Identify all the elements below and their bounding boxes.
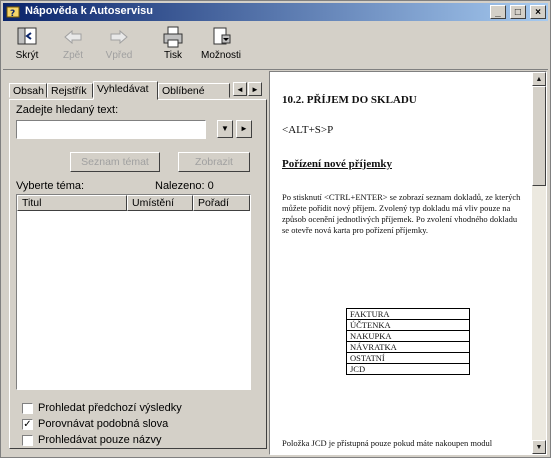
topic-hotkey: <ALT+S>P xyxy=(282,124,334,136)
search-panel: Zadejte hledaný text: ▼ ► Seznam témat Z… xyxy=(9,99,267,449)
nav-tabs: Obsah Rejstřík Vyhledávat Oblíbené ◄ ► xyxy=(9,81,267,100)
document-type-cell: NÁVRATKA xyxy=(346,341,470,353)
column-rank[interactable]: Pořadí xyxy=(193,195,250,211)
help-app-icon: ? xyxy=(6,6,20,19)
select-topic-label: Vyberte téma: xyxy=(16,180,85,192)
insert-operator-button[interactable]: ► xyxy=(236,120,252,138)
topic-footer-text: Položka JCD je přístupná pouze pokud mát… xyxy=(282,438,493,448)
back-label: Zpět xyxy=(62,50,83,61)
print-label: Tisk xyxy=(164,50,182,61)
document-type-cell: NAKUPKA xyxy=(346,330,470,342)
forward-label: Vpřed xyxy=(105,50,133,61)
back-arrow-icon xyxy=(64,29,82,45)
hide-icon xyxy=(17,27,37,45)
scroll-up-button[interactable]: ▲ xyxy=(532,72,546,86)
minimize-button[interactable]: _ xyxy=(489,5,506,19)
search-keyword-input[interactable] xyxy=(16,120,206,139)
help-window: ? Nápověda k Autoservisu _ □ × Skrýt Zpě… xyxy=(0,0,551,458)
forward-button[interactable]: Vpřed xyxy=(99,25,139,61)
tab-contents[interactable]: Obsah xyxy=(9,83,47,98)
svg-text:?: ? xyxy=(10,9,15,19)
display-button[interactable]: Zobrazit xyxy=(178,152,250,172)
hide-label: Skrýt xyxy=(15,50,39,61)
list-topics-button[interactable]: Seznam témat xyxy=(70,152,160,172)
tab-search[interactable]: Vyhledávat xyxy=(93,81,158,100)
checkbox-search-previous[interactable]: Prohledat předchozí výsledky xyxy=(22,402,182,414)
keyword-label: Zadejte hledaný text: xyxy=(16,104,119,116)
print-button[interactable]: Tisk xyxy=(153,25,193,61)
checkbox-similar-words[interactable]: ✓ Porovnávat podobná slova xyxy=(22,418,168,430)
maximize-button[interactable]: □ xyxy=(509,5,526,19)
checkbox-titles-only-box[interactable] xyxy=(22,434,33,446)
column-title[interactable]: Titul xyxy=(17,195,127,211)
options-button[interactable]: Možnosti xyxy=(197,25,245,61)
tab-scroll-right-button[interactable]: ► xyxy=(248,82,262,96)
hide-button[interactable]: Skrýt xyxy=(7,25,47,61)
navigation-pane: Obsah Rejstřík Vyhledávat Oblíbené ◄ ► Z… xyxy=(3,71,268,455)
document-type-cell: ÚČTENKA xyxy=(346,319,470,331)
scroll-thumb[interactable] xyxy=(532,86,546,186)
topic-heading: 10.2. PŘÍJEM DO SKLADU xyxy=(282,94,417,106)
printer-icon xyxy=(163,26,183,48)
options-label: Možnosti xyxy=(200,50,241,61)
checkbox-titles-only[interactable]: Prohledávat pouze názvy xyxy=(22,434,162,446)
checkbox-titles-only-label: Prohledávat pouze názvy xyxy=(38,434,162,447)
topic-subheading: Pořízení nové příjemky xyxy=(282,158,392,170)
options-icon xyxy=(213,27,231,45)
checkbox-search-previous-box[interactable] xyxy=(22,402,33,414)
column-location[interactable]: Umístění xyxy=(127,195,193,211)
document-type-cell: OSTATNÍ xyxy=(346,352,470,364)
close-button[interactable]: × xyxy=(530,5,546,19)
topic-paragraph: Po stisknutí <CTRL+ENTER> se zobrazí sez… xyxy=(282,192,521,235)
document-type-cell: JCD xyxy=(346,363,470,375)
scroll-down-button[interactable]: ▼ xyxy=(532,440,546,454)
toolbar: Skrýt Zpět Vpřed Tisk Možnosti xyxy=(3,23,548,70)
topic-content-pane: 10.2. PŘÍJEM DO SKLADU <ALT+S>P Pořízení… xyxy=(269,71,547,455)
checkbox-similar-words-label: Porovnávat podobná slova xyxy=(38,418,169,431)
found-count: Nalezeno: 0 xyxy=(155,180,214,192)
checkbox-similar-words-box[interactable]: ✓ xyxy=(22,418,33,430)
document-types-table: FAKTURA ÚČTENKA NAKUPKA NÁVRATKA OSTATNÍ… xyxy=(346,308,470,375)
tab-index[interactable]: Rejstřík xyxy=(47,83,93,98)
document-type-cell: FAKTURA xyxy=(346,308,470,320)
keyword-dropdown-button[interactable]: ▼ xyxy=(217,120,233,138)
forward-arrow-icon xyxy=(110,29,128,45)
title-bar[interactable]: ? Nápověda k Autoservisu _ □ × xyxy=(3,3,548,21)
back-button[interactable]: Zpět xyxy=(53,25,93,61)
topic-results-list[interactable]: Titul Umístění Pořadí xyxy=(16,194,251,390)
content-scrollbar[interactable]: ▲ ▼ xyxy=(532,72,546,454)
tab-scroll-left-button[interactable]: ◄ xyxy=(233,82,247,96)
window-title: Nápověda k Autoservisu xyxy=(25,5,153,17)
checkbox-search-previous-label: Prohledat předchozí výsledky xyxy=(38,402,182,415)
tab-favorites[interactable]: Oblíbené xyxy=(158,83,230,98)
